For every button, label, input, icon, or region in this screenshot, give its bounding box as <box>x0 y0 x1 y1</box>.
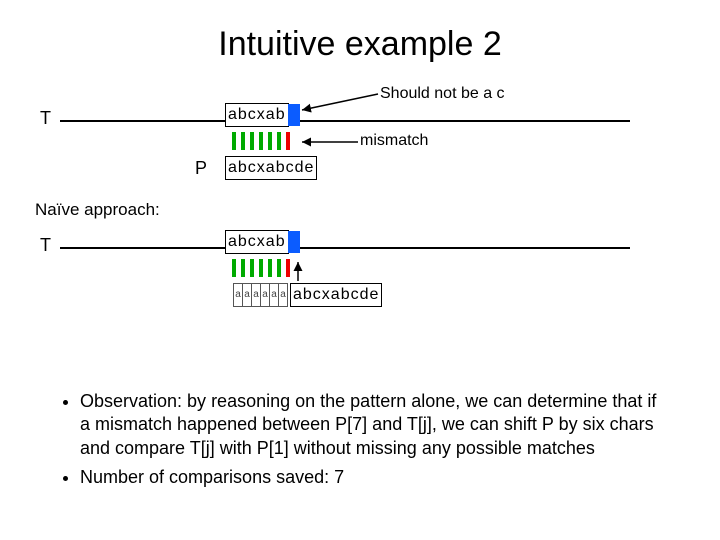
p-pattern-bottom: abcxabcde <box>290 283 382 307</box>
observation-bullets: Observation: by reasoning on the pattern… <box>60 390 670 496</box>
ghost-shift-cell: a <box>278 283 288 307</box>
ghost-shifts: aaaaaa <box>233 283 287 307</box>
bullet-item: Number of comparisons saved: 7 <box>80 466 670 489</box>
bullet-item: Observation: by reasoning on the pattern… <box>80 390 670 460</box>
